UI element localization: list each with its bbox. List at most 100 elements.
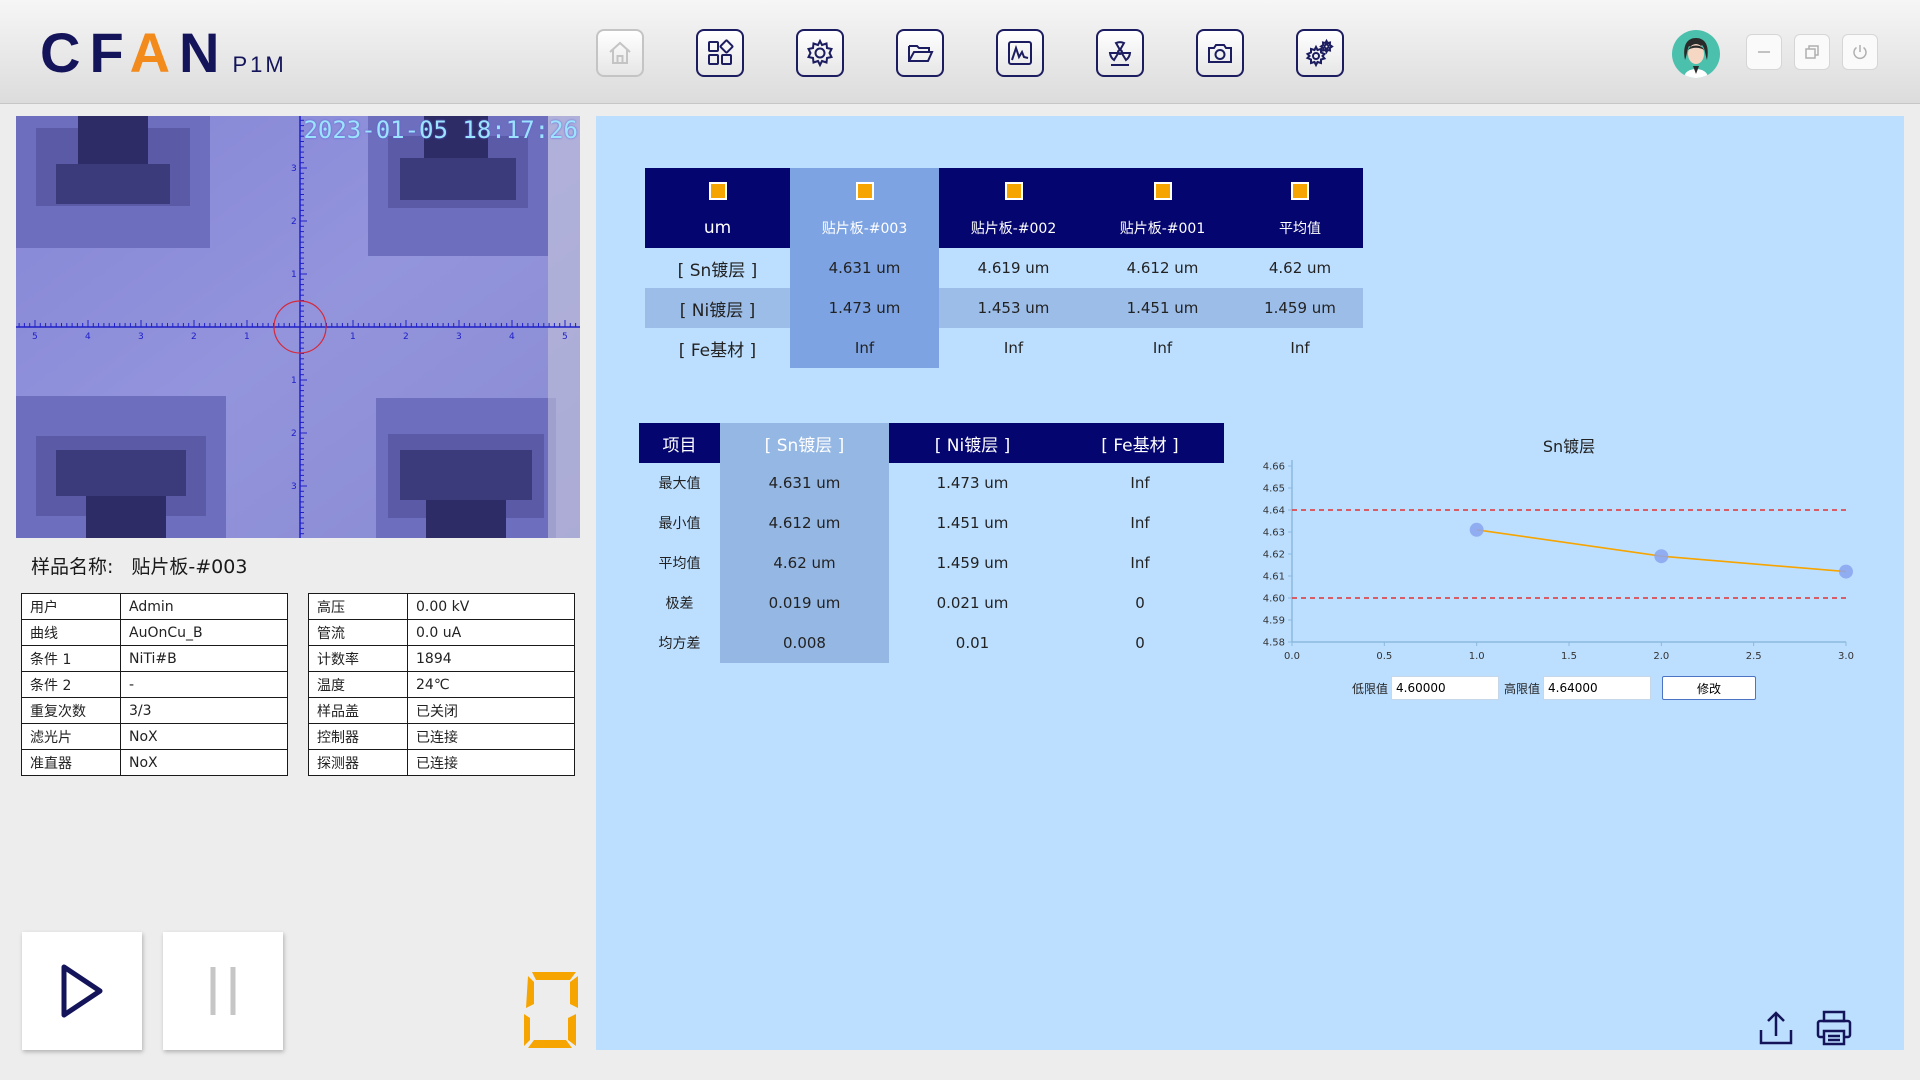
advanced-settings-button[interactable] <box>1296 29 1344 77</box>
unit-header: um <box>645 208 790 248</box>
measurement-results-table: um 贴片板-#003 贴片板-#002 贴片板-#001 平均值 [ Sn镀层… <box>645 168 1363 368</box>
data-point[interactable] <box>1469 522 1484 537</box>
info-value: 1894 <box>407 645 575 672</box>
info-value: NoX <box>120 749 288 776</box>
data-point[interactable] <box>1654 549 1669 564</box>
info-key: 曲线 <box>21 619 121 646</box>
x-tick-label: 3.0 <box>1838 651 1854 662</box>
start-button[interactable] <box>22 932 142 1050</box>
camera-button[interactable] <box>1196 29 1244 77</box>
minimize-icon <box>1758 51 1770 53</box>
camera-image: 5 4 3 2 1 1 2 3 4 5 3 2 1 1 2 3 <box>16 116 580 538</box>
camera-icon <box>1208 44 1232 63</box>
column-checkbox-0[interactable] <box>855 182 874 200</box>
reticle-y-tick: 3 <box>291 164 297 174</box>
reticle-x-tick: 2 <box>403 332 409 342</box>
statistics-table: 项目 [ Sn镀层 ] [ Ni镀层 ] [ Fe基材 ] 最大值 4.631 u… <box>639 423 1224 663</box>
info-value: NoX <box>120 723 288 750</box>
x-tick-label: 2.0 <box>1653 651 1669 662</box>
info-value: 已连接 <box>407 723 575 750</box>
apps-button[interactable] <box>696 29 744 77</box>
info-key: 温度 <box>308 671 408 698</box>
reticle-x-tick: 5 <box>562 332 568 342</box>
info-row: 探测器 已连接 <box>308 749 575 776</box>
stats-header-sn[interactable]: [ Sn镀层 ] <box>720 423 889 463</box>
play-icon <box>61 964 103 1018</box>
y-tick-label: 4.64 <box>1263 506 1285 517</box>
header-bar: CFAN P1M <box>0 0 1920 104</box>
modify-button[interactable]: 修改 <box>1662 676 1757 700</box>
info-value: Admin <box>120 593 288 620</box>
reticle-y-tick: 2 <box>291 217 297 227</box>
home-button[interactable] <box>596 29 644 77</box>
info-key: 滤光片 <box>21 723 121 750</box>
counter-display: 0 <box>520 970 580 1052</box>
radiation-button[interactable] <box>1096 29 1144 77</box>
stats-header-ni[interactable]: [ Ni镀层 ] <box>889 423 1056 463</box>
info-key: 高压 <box>308 593 408 620</box>
print-icon[interactable] <box>1814 1008 1854 1048</box>
reticle-x-tick: 1 <box>244 332 250 342</box>
column-checkbox-3[interactable] <box>1291 182 1309 200</box>
y-tick-label: 4.65 <box>1263 484 1285 495</box>
data-point[interactable] <box>1839 564 1853 579</box>
pause-button[interactable] <box>163 932 283 1050</box>
table-row: [ Fe基材 ] Inf Inf Inf Inf <box>645 328 1363 368</box>
x-tick-label: 1.5 <box>1561 651 1577 662</box>
info-value: 24℃ <box>407 671 575 698</box>
sample-name-value: 贴片板-#003 <box>131 556 248 578</box>
main-toolbar <box>596 29 1344 77</box>
info-table-right: 高压 0.00 kV 管流 0.0 uA 计数率 1894 温度 24℃ 样品盖 已关闭 控制器 已连… <box>308 593 575 776</box>
info-row: 控制器 已连接 <box>308 723 575 750</box>
info-key: 条件 2 <box>21 671 121 698</box>
reticle-x-tick: 5 <box>32 332 38 342</box>
high-limit-label: 高限值 <box>1504 681 1541 696</box>
power-button[interactable] <box>1842 34 1878 70</box>
unit-checkbox[interactable] <box>708 182 727 200</box>
reticle-y-tick: 2 <box>291 429 297 439</box>
x-tick-label: 2.5 <box>1746 651 1762 662</box>
table-row: 最小值 4.612 um 1.451 um Inf <box>639 503 1224 543</box>
limit-controls: 低限值 高限值 修改 <box>1352 676 1757 700</box>
user-avatar[interactable] <box>1672 30 1720 78</box>
sn-trend-chart: Sn镀层 4.58 4.59 4.60 4.61 4.62 4.63 4.64 4.65 4.66… <box>1263 437 1854 662</box>
info-row: 重复次数 3/3 <box>21 697 288 724</box>
info-row: 计数率 1894 <box>308 645 575 672</box>
low-limit-input[interactable] <box>1391 676 1500 700</box>
column-checkbox-2[interactable] <box>1153 182 1172 200</box>
settings-button[interactable] <box>796 29 844 77</box>
restore-button[interactable] <box>1794 34 1830 70</box>
column-checkbox-1[interactable] <box>1004 182 1023 200</box>
stats-header-fe[interactable]: [ Fe基材 ] <box>1056 423 1224 463</box>
high-limit-input[interactable] <box>1543 676 1652 700</box>
reticle-x-tick: 2 <box>191 332 197 342</box>
export-icon[interactable] <box>1756 1008 1796 1048</box>
info-row: 样品盖 已关闭 <box>308 697 575 724</box>
info-row: 高压 0.00 kV <box>308 593 575 620</box>
table-row: 极差 0.019 um 0.021 um 0 <box>639 583 1224 623</box>
spectrum-button[interactable] <box>996 29 1044 77</box>
minimize-button[interactable] <box>1746 34 1782 70</box>
table-row: [ Ni镀层 ] 1.473 um 1.453 um 1.451 um 1.45… <box>645 288 1363 328</box>
column-header-3[interactable]: 平均值 <box>1237 208 1363 248</box>
reticle-x-tick: 3 <box>456 332 462 342</box>
settings-icon <box>807 38 833 68</box>
info-table-left: 用户 Admin 曲线 AuOnCu_B 条件 1 NiTi#B 条件 2- 重复次数 3/3 滤… <box>21 593 288 776</box>
info-row: 滤光片 NoX <box>21 723 288 750</box>
column-header-2[interactable]: 贴片板-#001 <box>1088 208 1237 248</box>
apps-icon <box>708 39 734 65</box>
column-header-0[interactable]: 贴片板-#003 <box>790 208 939 248</box>
reticle-x-tick: 4 <box>85 332 91 342</box>
camera-view[interactable]: 5 4 3 2 1 1 2 3 4 5 3 2 1 1 2 3 2023-01-05 18:17:26 <box>16 116 580 538</box>
reticle-x-tick: 4 <box>509 332 515 342</box>
table-row: [ Sn镀层 ] 4.631 um 4.619 um 4.612 um 4.62… <box>645 248 1363 288</box>
info-value: 0.0 uA <box>407 619 575 646</box>
open-folder-button[interactable] <box>896 29 944 77</box>
info-value: 已关闭 <box>407 697 575 724</box>
column-header-1[interactable]: 贴片板-#002 <box>939 208 1088 248</box>
y-tick-label: 4.59 <box>1263 616 1285 627</box>
reticle-x-tick: 1 <box>350 332 356 342</box>
table-row: 均方差 0.008 0.01 0 <box>639 623 1224 663</box>
reticle-y-tick: 3 <box>291 482 297 492</box>
advanced-settings-icon <box>1305 38 1334 68</box>
